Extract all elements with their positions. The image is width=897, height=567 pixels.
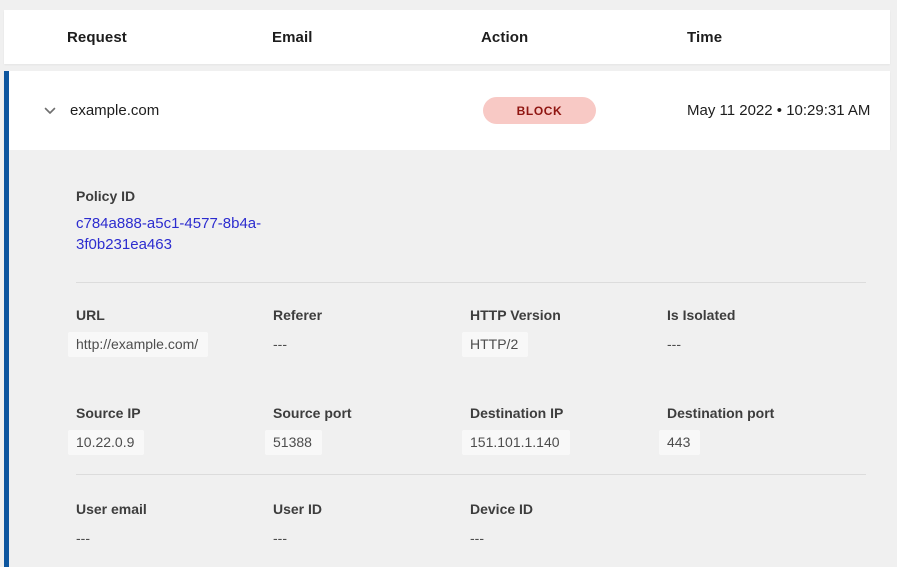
- column-header-email: Email: [272, 29, 481, 46]
- field-http-version-value: HTTP/2: [462, 332, 528, 357]
- column-header-action: Action: [481, 29, 687, 46]
- field-destination-port: Destination port 443: [667, 405, 890, 451]
- detail-row-http: URL http://example.com/ Referer --- HTTP…: [76, 307, 890, 353]
- field-user-id-value: ---: [273, 530, 470, 547]
- column-header-request: Request: [67, 29, 272, 46]
- detail-row-user: User email --- User ID --- Device ID ---: [76, 501, 890, 547]
- field-user-id: User ID ---: [273, 501, 470, 547]
- table-header: Request Email Action Time: [4, 10, 890, 64]
- field-source-port: Source port 51388: [273, 405, 470, 451]
- field-destination-ip-value: 151.101.1.140: [462, 430, 570, 455]
- gateway-log-page: Request Email Action Time example.com BL…: [0, 0, 897, 567]
- field-user-email: User email ---: [76, 501, 273, 547]
- row-details-panel: Policy ID c784a888-a5c1-4577-8b4a-3f0b23…: [4, 150, 890, 567]
- field-is-isolated: Is Isolated ---: [667, 307, 890, 353]
- column-header-time: Time: [687, 29, 890, 46]
- row-time: May 11 2022 • 10:29:31 AM: [687, 99, 883, 122]
- divider: [76, 474, 866, 475]
- field-referer-value: ---: [273, 336, 470, 353]
- chevron-down-icon[interactable]: [42, 103, 58, 119]
- detail-row-network: Source IP 10.22.0.9 Source port 51388 De…: [76, 405, 890, 451]
- field-is-isolated-value: ---: [667, 336, 890, 353]
- field-http-version: HTTP Version HTTP/2: [470, 307, 667, 353]
- field-user-email-value: ---: [76, 530, 273, 547]
- policy-id-field: Policy ID c784a888-a5c1-4577-8b4a-3f0b23…: [76, 188, 890, 255]
- field-destination-port-value: 443: [659, 430, 700, 455]
- field-source-port-value: 51388: [265, 430, 322, 455]
- field-url-value: http://example.com/: [68, 332, 208, 357]
- table-row[interactable]: example.com BLOCK May 11 2022 • 10:29:31…: [4, 71, 890, 150]
- policy-id-link[interactable]: c784a888-a5c1-4577-8b4a-3f0b231ea463: [76, 213, 282, 255]
- field-url: URL http://example.com/: [76, 307, 273, 353]
- field-source-ip-value: 10.22.0.9: [68, 430, 144, 455]
- row-request: example.com: [70, 102, 483, 119]
- field-referer: Referer ---: [273, 307, 470, 353]
- field-device-id: Device ID ---: [470, 501, 667, 547]
- field-source-ip: Source IP 10.22.0.9: [76, 405, 273, 451]
- divider: [76, 282, 866, 283]
- field-device-id-value: ---: [470, 530, 667, 547]
- action-badge: BLOCK: [483, 97, 596, 124]
- field-destination-ip: Destination IP 151.101.1.140: [470, 405, 667, 451]
- policy-id-label: Policy ID: [76, 188, 890, 205]
